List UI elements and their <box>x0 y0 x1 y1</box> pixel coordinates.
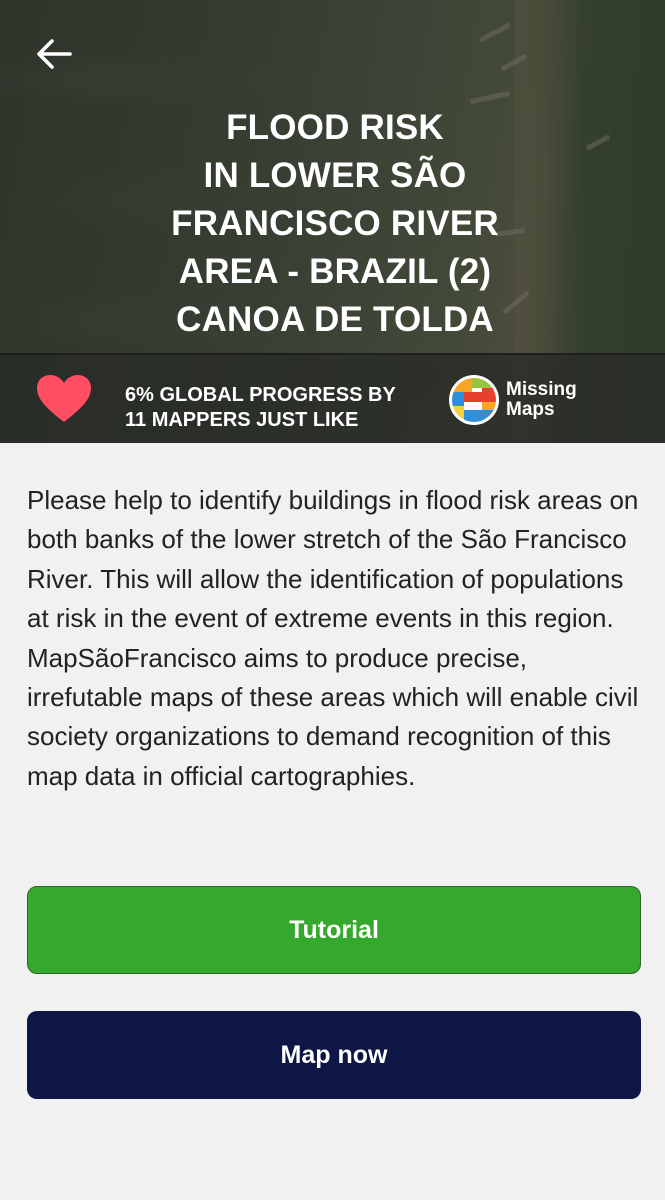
arrow-left-icon <box>37 39 72 69</box>
back-button[interactable] <box>30 30 78 78</box>
tutorial-button[interactable]: Tutorial <box>27 886 641 974</box>
map-now-button[interactable]: Map now <box>27 1011 641 1099</box>
global-progress-text: 6% GLOBAL PROGRESS BY 11 MAPPERS JUST LI… <box>125 384 396 431</box>
heart-icon[interactable] <box>36 374 92 424</box>
missing-maps-logo-icon <box>449 375 499 425</box>
project-description: Please help to identify buildings in flo… <box>27 485 639 791</box>
missing-maps-logo: Missing Maps <box>448 374 598 426</box>
missing-maps-logo-text: Missing Maps <box>506 379 577 420</box>
project-title: FLOOD RISK IN LOWER SÃO FRANCISCO RIVER … <box>171 108 499 339</box>
